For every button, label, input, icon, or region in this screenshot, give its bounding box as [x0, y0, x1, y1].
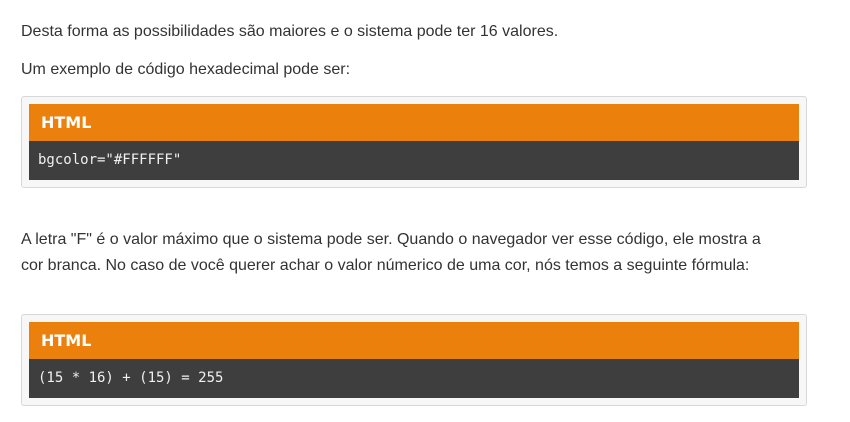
code-block: HTML bgcolor="#FFFFFF" — [21, 96, 807, 188]
code-block-content[interactable]: (15 * 16) + (15) = 255 — [29, 359, 799, 398]
code-block-content[interactable]: bgcolor="#FFFFFF" — [29, 141, 799, 180]
paragraph-example-intro: Um exemplo de código hexadecimal pode se… — [21, 61, 351, 78]
paragraph-explanation: A letra "F" é o valor máximo que o siste… — [21, 231, 761, 274]
code-block-language-label: HTML — [29, 322, 799, 359]
paragraph-intro: Desta forma as possibilidades são maiore… — [21, 23, 559, 40]
code-block-language-label: HTML — [29, 104, 799, 141]
code-block: HTML (15 * 16) + (15) = 255 — [21, 314, 807, 406]
